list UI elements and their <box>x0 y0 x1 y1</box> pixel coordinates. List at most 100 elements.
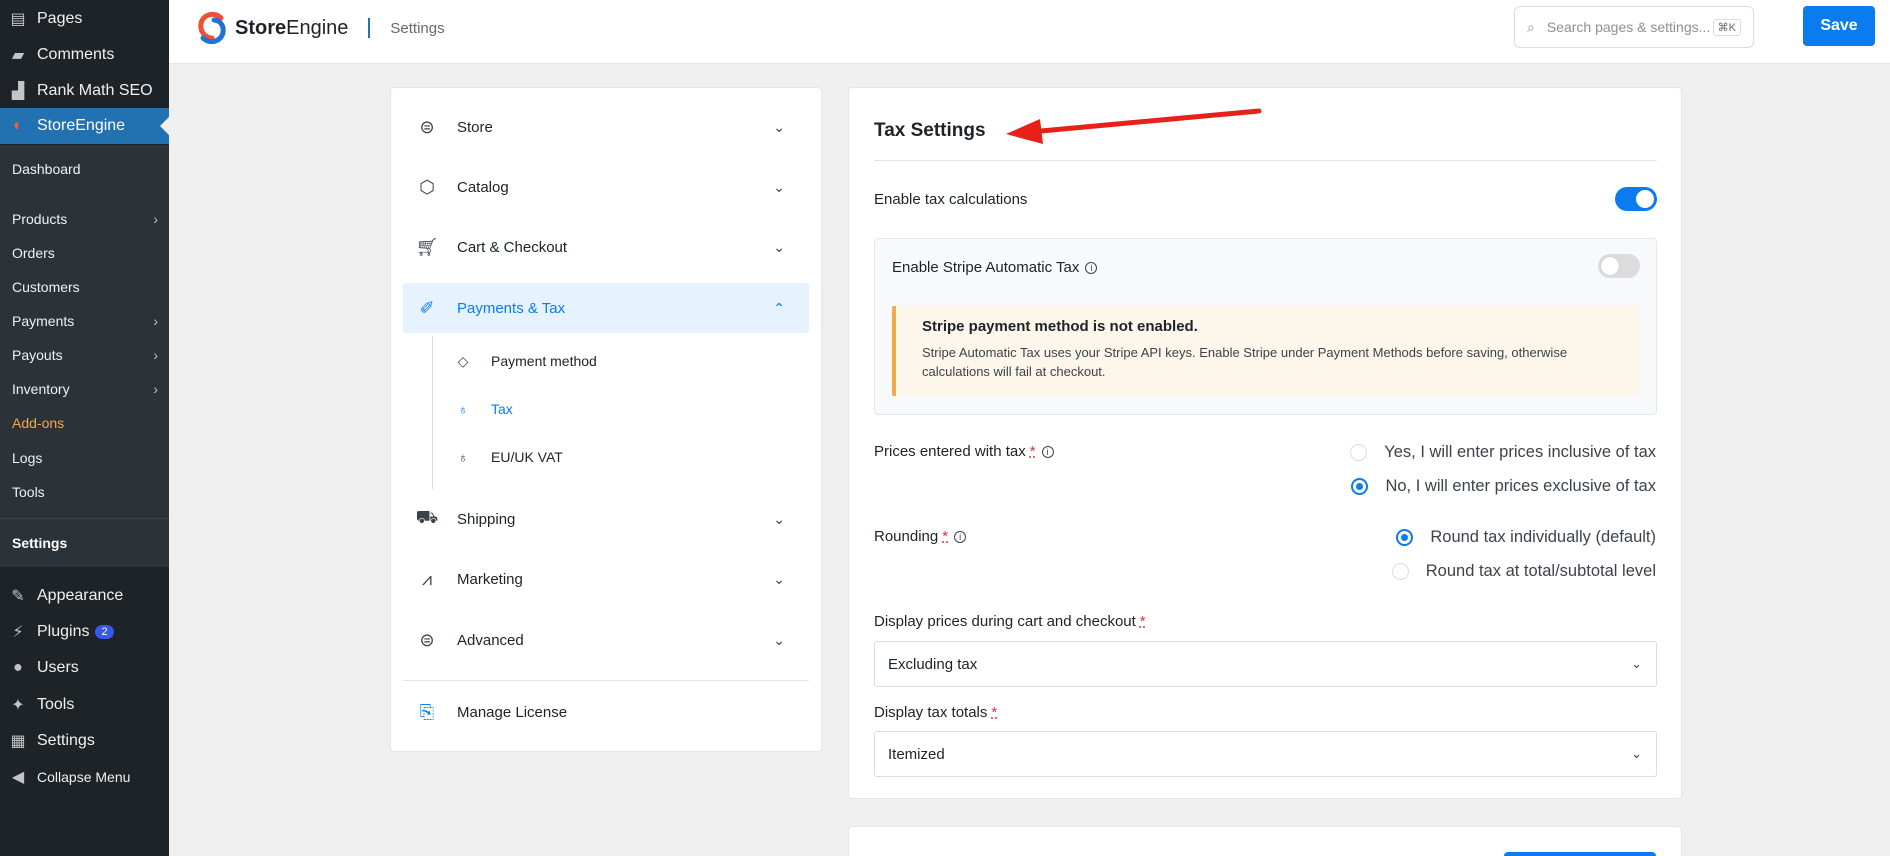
wp-admin-menu: ▤ Pages ▰ Comments ▟ Rank Math SEO ◐ Sto… <box>0 0 169 856</box>
chevron-right-icon: › <box>153 347 158 363</box>
money-bag-icon: ♁ <box>457 401 469 417</box>
submenu-tools[interactable]: Tools <box>12 481 162 503</box>
submenu-settings[interactable]: Settings <box>12 532 162 554</box>
prices-inclusive-option[interactable]: Yes, I will enter prices inclusive of ta… <box>1350 443 1656 462</box>
radio-unchecked[interactable] <box>1391 563 1409 580</box>
submenu-customers[interactable]: Customers <box>12 276 162 298</box>
search-icon: ⌕ <box>1527 18 1535 35</box>
wp-menu-comments[interactable]: ▰ Comments <box>0 37 169 73</box>
display-tax-totals-select[interactable]: Itemized ⌄ <box>874 731 1657 777</box>
top-bar: StoreEngine Settings ⌕ Search pages & se… <box>169 0 1890 64</box>
submenu-orders[interactable]: Orders <box>12 242 162 264</box>
breadcrumb-separator <box>368 18 371 38</box>
nav-payments-tax[interactable]: ✐ Payments & Tax ⌃ <box>403 283 809 333</box>
tools-icon: ✦ <box>11 697 25 714</box>
radio-checked[interactable] <box>1351 478 1369 495</box>
required-marker: * <box>991 704 998 721</box>
nav-catalog[interactable]: ⬡ Catalog ⌄ <box>403 162 809 212</box>
wp-menu-pages[interactable]: ▤ Pages <box>0 1 169 37</box>
chevron-down-icon: ⌄ <box>773 510 785 527</box>
search-shortcut: ⌘K <box>1712 18 1741 36</box>
nav-shipping[interactable]: ⛟ Shipping ⌄ <box>403 494 809 544</box>
alert-title: Stripe payment method is not enabled. <box>922 318 1198 335</box>
submenu-payouts[interactable]: Payouts › <box>12 344 162 366</box>
rank-math-icon: ▟ <box>11 83 25 100</box>
submenu-inventory[interactable]: Inventory › <box>12 378 162 400</box>
info-icon[interactable]: i <box>954 530 967 543</box>
chevron-right-icon: › <box>153 313 158 329</box>
rounding-label: Rounding * i <box>874 528 967 545</box>
wp-menu-storeengine[interactable]: ◐ StoreEngine <box>0 108 169 144</box>
wp-menu-tools[interactable]: ✦ Tools <box>0 687 169 723</box>
payment-icon: ✐ <box>419 297 435 318</box>
plugins-icon: ⚡ <box>12 624 24 641</box>
users-icon: ● <box>13 659 23 676</box>
truck-icon: ⛟ <box>415 507 439 527</box>
title-divider <box>874 160 1657 161</box>
prices-exclusive-option[interactable]: No, I will enter prices exclusive of tax <box>1351 477 1656 496</box>
save-button[interactable]: Save <box>1803 6 1875 46</box>
next-card-button[interactable] <box>1504 852 1656 856</box>
enable-tax-toggle[interactable] <box>1615 187 1657 211</box>
subtree-line <box>432 336 433 489</box>
submenu-addons[interactable]: Add-ons <box>12 412 162 434</box>
submenu-dashboard[interactable]: Dashboard <box>12 158 162 180</box>
wp-menu-appearance[interactable]: ✎ Appearance <box>0 578 169 614</box>
prices-with-tax-label: Prices entered with tax * i <box>874 443 1054 460</box>
wp-menu-collapse[interactable]: ◀ Collapse Menu <box>0 759 169 795</box>
chevron-down-icon: ⌄ <box>773 178 785 195</box>
nav-sub-eu-uk-vat[interactable]: ♁ EU/UK VAT <box>455 442 563 472</box>
storeengine-logo[interactable]: StoreEngine Settings <box>195 12 445 44</box>
plugins-update-badge: 2 <box>95 625 114 639</box>
store-icon: ⊜ <box>419 116 435 137</box>
info-icon[interactable]: i <box>1041 445 1054 458</box>
display-prices-select[interactable]: Excluding tax ⌄ <box>874 641 1657 687</box>
chevron-right-icon: › <box>153 381 158 397</box>
money-bag-icon: ♁ <box>457 449 469 465</box>
wp-menu-users[interactable]: ● Users <box>0 650 169 686</box>
nav-store[interactable]: ⊜ Store ⌄ <box>403 102 809 152</box>
wp-menu-plugins[interactable]: ⚡ Plugins 2 <box>0 614 169 650</box>
nav-sub-tax[interactable]: ♁ Tax <box>455 394 513 424</box>
info-icon[interactable]: i <box>1085 261 1098 274</box>
chevron-down-icon: ⌄ <box>773 238 785 255</box>
submenu-divider <box>0 518 169 519</box>
nav-sub-payment-method[interactable]: ◇ Payment method <box>455 346 597 376</box>
submenu-payments[interactable]: Payments › <box>12 310 162 332</box>
advanced-icon: ⊜ <box>419 629 435 650</box>
radio-unchecked[interactable] <box>1350 444 1368 461</box>
alert-body: Stripe Automatic Tax uses your Stripe AP… <box>922 345 1568 379</box>
stripe-warning-alert: Stripe payment method is not enabled. St… <box>892 306 1640 396</box>
required-marker: * <box>1029 443 1036 460</box>
radio-checked[interactable] <box>1396 529 1414 546</box>
appearance-icon: ✎ <box>11 588 25 605</box>
submenu-products[interactable]: Products › <box>12 208 162 230</box>
wp-menu-rank-math[interactable]: ▟ Rank Math SEO <box>0 73 169 109</box>
chevron-down-icon: ⌄ <box>773 631 785 648</box>
chart-icon: ⩘ <box>421 568 433 589</box>
search-input[interactable]: ⌕ Search pages & settings... ⌘K <box>1514 6 1754 48</box>
stripe-tax-toggle[interactable] <box>1598 254 1640 278</box>
search-placeholder: Search pages & settings... <box>1546 19 1711 35</box>
submenu-logs[interactable]: Logs <box>12 447 162 469</box>
chevron-up-icon: ⌃ <box>773 299 785 316</box>
round-total-option[interactable]: Round tax at total/subtotal level <box>1391 562 1656 581</box>
nav-marketing[interactable]: ⩘ Marketing ⌄ <box>403 554 809 604</box>
chevron-right-icon: › <box>153 211 158 227</box>
nav-cart-checkout[interactable]: 🛒︎ Cart & Checkout ⌄ <box>403 222 809 272</box>
collapse-icon: ◀ <box>11 769 25 786</box>
eraser-icon: ◇ <box>457 352 469 369</box>
wp-menu-settings[interactable]: ▦ Settings <box>0 723 169 759</box>
nav-advanced[interactable]: ⊜ Advanced ⌄ <box>403 615 809 665</box>
toggle-knob <box>1636 190 1654 208</box>
nav-manage-license[interactable]: ⎘ Manage License <box>403 687 809 737</box>
round-individually-option[interactable]: Round tax individually (default) <box>1396 528 1656 547</box>
display-tax-totals-label: Display tax totals * <box>874 704 998 721</box>
enable-tax-label: Enable tax calculations <box>874 191 1028 208</box>
breadcrumb: Settings <box>390 19 445 37</box>
stripe-tax-panel: Enable Stripe Automatic Tax i Stripe pay… <box>874 238 1657 415</box>
toggle-knob <box>1601 257 1619 275</box>
next-settings-card <box>848 826 1682 856</box>
box-icon: ⬡ <box>419 176 435 197</box>
cart-icon: 🛒︎ <box>415 236 439 257</box>
